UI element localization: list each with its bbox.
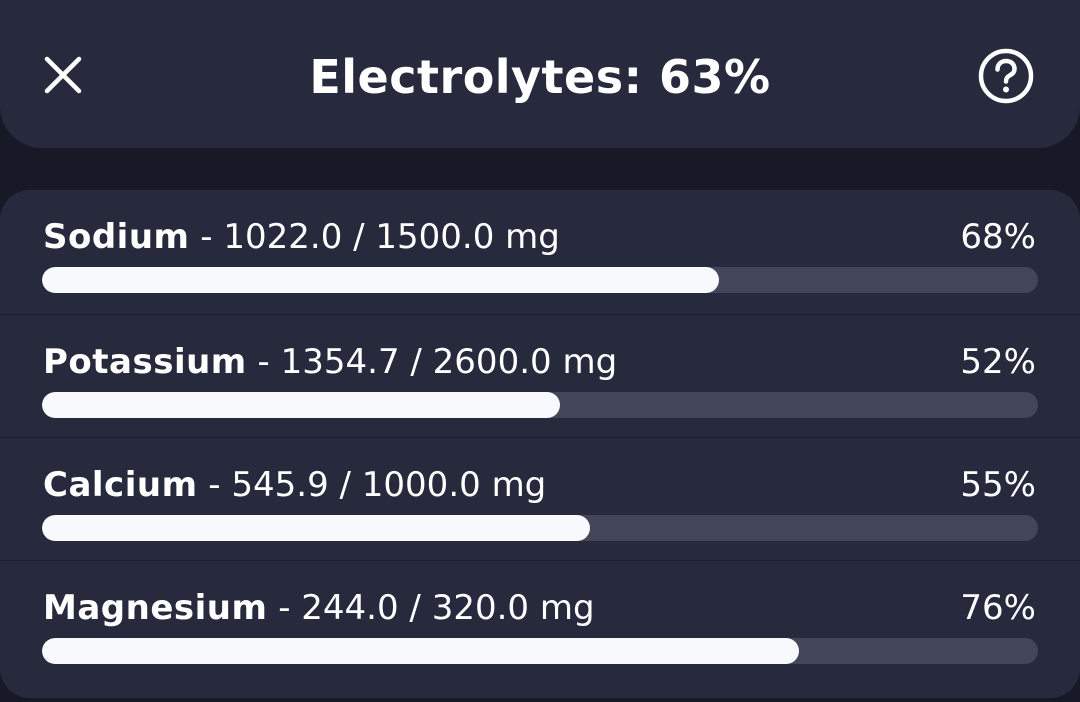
progress-track: [42, 392, 1038, 418]
nutrient-row-sodium[interactable]: Sodium - 1022.0 / 1500.0 mg 68%: [0, 190, 1080, 313]
progress-fill: [42, 515, 590, 541]
nutrient-amount: - 244.0 / 320.0 mg: [267, 588, 595, 628]
progress-track: [42, 638, 1038, 664]
nutrient-label: Magnesium - 244.0 / 320.0 mg: [43, 585, 595, 631]
nutrient-row-calcium[interactable]: Calcium - 545.9 / 1000.0 mg 55%: [0, 437, 1080, 561]
nutrient-name: Magnesium: [43, 588, 268, 628]
nutrient-name: Calcium: [43, 465, 198, 505]
help-circle-icon: [978, 48, 1034, 104]
progress-fill: [42, 392, 560, 418]
help-button[interactable]: [972, 42, 1040, 110]
nutrient-name: Sodium: [43, 217, 190, 257]
nutrient-amount: - 1354.7 / 2600.0 mg: [246, 342, 618, 382]
nutrient-label: Potassium - 1354.7 / 2600.0 mg: [43, 339, 617, 385]
electrolytes-list: Sodium - 1022.0 / 1500.0 mg 68% Potassiu…: [0, 190, 1080, 698]
page-title: Electrolytes: 63%: [309, 50, 771, 104]
progress-track: [42, 267, 1038, 293]
nutrient-name: Potassium: [43, 342, 247, 382]
progress-fill: [42, 638, 799, 664]
nutrient-row-potassium[interactable]: Potassium - 1354.7 / 2600.0 mg 52%: [0, 314, 1080, 438]
progress-track: [42, 515, 1038, 541]
nutrient-label: Calcium - 545.9 / 1000.0 mg: [43, 462, 546, 508]
nutrient-percent: 76%: [960, 588, 1036, 628]
nutrient-percent: 55%: [960, 465, 1036, 505]
nutrient-label: Sodium - 1022.0 / 1500.0 mg: [43, 214, 560, 260]
progress-fill: [42, 267, 720, 293]
nutrient-row-magnesium[interactable]: Magnesium - 244.0 / 320.0 mg 76%: [0, 560, 1080, 684]
top-bar: Electrolytes: 63%: [0, 0, 1080, 148]
nutrient-percent: 68%: [960, 217, 1036, 257]
nutrient-amount: - 1022.0 / 1500.0 mg: [189, 217, 560, 257]
nutrient-percent: 52%: [960, 342, 1036, 382]
nutrient-amount: - 545.9 / 1000.0 mg: [197, 465, 547, 505]
